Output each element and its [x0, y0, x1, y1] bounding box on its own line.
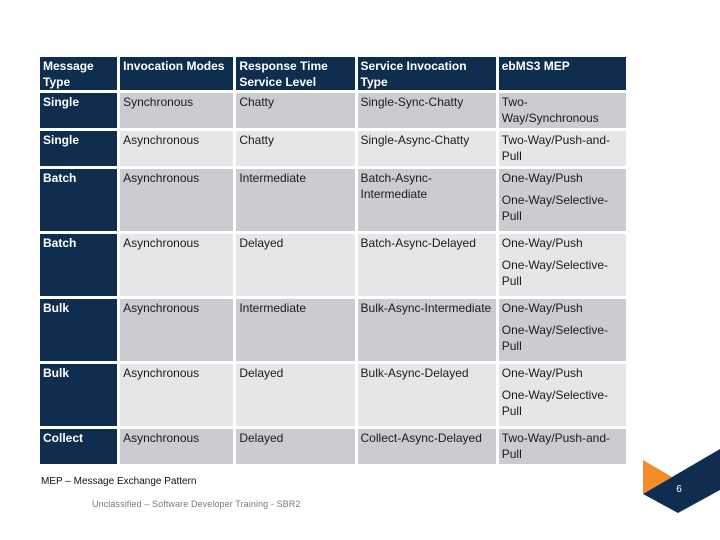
cell-ebms3-mep: Two-Way/Synchronous: [498, 93, 626, 128]
table-row: Batch Asynchronous Intermediate Batch-Async…: [40, 169, 626, 231]
cell-ebms3-mep: Two-Way/Push-and-Pull: [498, 131, 626, 166]
cell-service-invocation-type: Single-Async-Chatty: [357, 131, 496, 166]
cell-message-type: Batch: [40, 169, 118, 231]
cell-service-invocation-type: Batch-Async-Intermediate: [357, 169, 496, 231]
cell-ebms3-mep: One-Way/Push One-Way/Selective-Pull: [498, 169, 626, 231]
cell-invocation-mode: Asynchronous: [120, 364, 234, 426]
cell-message-type: Bulk: [40, 364, 118, 426]
cell-ebms3-mep: One-Way/Push One-Way/Selective-Pull: [498, 299, 626, 361]
cell-response-time: Chatty: [236, 131, 355, 166]
table-row: Single Asynchronous Chatty Single-Async-Cha…: [40, 131, 626, 166]
header-response-time: Response Time Service Level: [236, 57, 355, 90]
cell-response-time: Delayed: [236, 429, 355, 464]
cell-invocation-mode: Asynchronous: [120, 169, 234, 231]
cell-response-time: Delayed: [236, 234, 355, 296]
page-number: 6: [676, 484, 682, 495]
cell-message-type: Batch: [40, 234, 118, 296]
mep-table: Message Type Invocation Modes Response T…: [37, 54, 629, 467]
cell-message-type: Collect: [40, 429, 118, 464]
cell-service-invocation-type: Collect-Async-Delayed: [357, 429, 496, 464]
orange-triangle-icon: [643, 460, 672, 494]
footnote: MEP – Message Exchange Pattern: [41, 476, 197, 487]
mep-value: One-Way/Selective-Pull: [501, 258, 609, 288]
header-message-type: Message Type: [40, 57, 118, 90]
cell-service-invocation-type: Bulk-Async-Delayed: [357, 364, 496, 426]
cell-message-type: Single: [40, 131, 118, 166]
mep-value: One-Way/Push: [501, 236, 583, 250]
mep-value: One-Way/Push: [501, 171, 583, 185]
mep-value: Two-Way/Push-and-Pull: [501, 431, 611, 461]
mep-value: One-Way/Push: [501, 301, 583, 315]
table-row: Collect Asynchronous Delayed Collect-Async-…: [40, 429, 626, 464]
cell-ebms3-mep: One-Way/Push One-Way/Selective-Pull: [498, 364, 626, 426]
mep-value: One-Way/Selective-Pull: [501, 388, 609, 418]
cell-response-time: Delayed: [236, 364, 355, 426]
cell-invocation-mode: Synchronous: [120, 93, 234, 128]
cell-invocation-mode: Asynchronous: [120, 429, 234, 464]
table-row: Single Synchronous Chatty Single-Sync-Chatt…: [40, 93, 626, 128]
cell-message-type: Bulk: [40, 299, 118, 361]
mep-value: One-Way/Selective-Pull: [501, 323, 609, 353]
table-row: Bulk Asynchronous Delayed Bulk-Async-Delaye…: [40, 364, 626, 426]
mep-value: Two-Way/Synchronous: [501, 95, 599, 125]
footer-classification: Unclassified – Software Developer Traini…: [92, 499, 301, 509]
cell-ebms3-mep: Two-Way/Push-and-Pull: [498, 429, 626, 464]
cell-service-invocation-type: Bulk-Async-Intermediate: [357, 299, 496, 361]
cell-invocation-mode: Asynchronous: [120, 299, 234, 361]
cell-response-time: Intermediate: [236, 169, 355, 231]
mep-value: One-Way/Push: [501, 366, 583, 380]
table-row: Bulk Asynchronous Intermediate Bulk-Async-I…: [40, 299, 626, 361]
cell-invocation-mode: Asynchronous: [120, 234, 234, 296]
header-ebms3-mep: ebMS3 MEP: [498, 57, 626, 90]
navy-chevron-shape: [643, 449, 720, 513]
mep-value: One-Way/Selective-Pull: [501, 193, 609, 223]
cell-response-time: Intermediate: [236, 299, 355, 361]
cell-response-time: Chatty: [236, 93, 355, 128]
header-invocation-modes: Invocation Modes: [120, 57, 234, 90]
cell-message-type: Single: [40, 93, 118, 128]
table-row: Batch Asynchronous Delayed Batch-Async-Dela…: [40, 234, 626, 296]
cell-service-invocation-type: Batch-Async-Delayed: [357, 234, 496, 296]
table-header-row: Message Type Invocation Modes Response T…: [40, 57, 626, 90]
mep-value: Two-Way/Push-and-Pull: [501, 133, 611, 163]
header-service-invocation-type: Service Invocation Type: [357, 57, 496, 90]
cell-service-invocation-type: Single-Sync-Chatty: [357, 93, 496, 128]
cell-ebms3-mep: One-Way/Push One-Way/Selective-Pull: [498, 234, 626, 296]
cell-invocation-mode: Asynchronous: [120, 131, 234, 166]
